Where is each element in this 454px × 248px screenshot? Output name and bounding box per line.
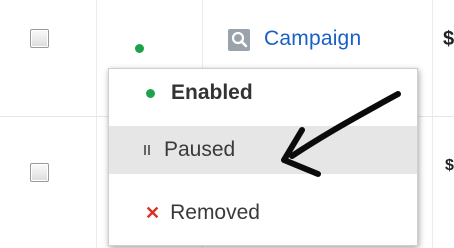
column-divider	[96, 0, 97, 248]
column-divider	[432, 0, 433, 248]
red-x-icon: ✕	[145, 203, 161, 223]
pause-icon	[144, 145, 150, 155]
status-option-label: Paused	[164, 138, 236, 161]
status-option-label: Enabled	[171, 81, 253, 104]
row-checkbox[interactable]	[30, 29, 49, 48]
status-option-removed[interactable]: ✕ Removed	[109, 189, 417, 237]
cost-value: $	[443, 28, 454, 50]
green-dot-icon	[146, 88, 155, 98]
status-indicator-icon[interactable]	[135, 44, 144, 53]
campaign-name-link[interactable]: Campaign	[264, 27, 361, 51]
search-icon[interactable]	[228, 29, 250, 51]
annotation-arrow-icon	[281, 91, 401, 177]
cost-value: $	[445, 157, 454, 174]
row-checkbox[interactable]	[30, 163, 49, 182]
status-option-label: Removed	[170, 201, 260, 224]
